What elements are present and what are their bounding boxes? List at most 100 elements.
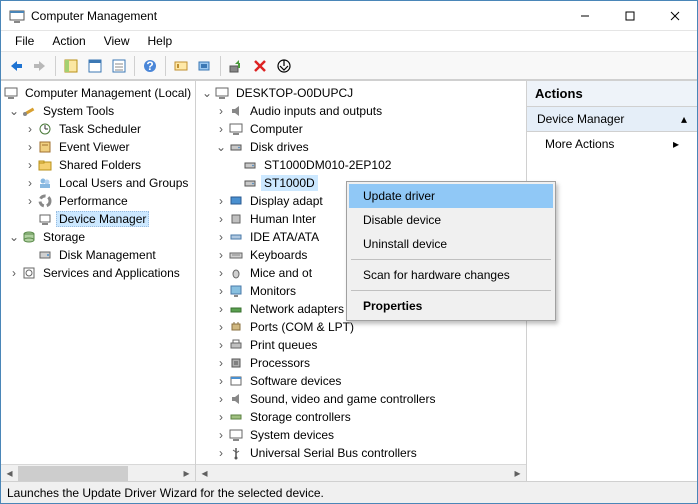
scroll-left-icon[interactable]: ◂ <box>196 465 213 482</box>
menu-file[interactable]: File <box>7 32 42 50</box>
collapse-icon[interactable]: ⌄ <box>214 141 228 153</box>
expand-icon[interactable]: › <box>214 429 228 441</box>
menu-update-driver[interactable]: Update driver <box>349 184 553 208</box>
scroll-right-icon[interactable]: ▸ <box>178 465 195 482</box>
menu-help[interactable]: Help <box>140 32 181 50</box>
menu-action[interactable]: Action <box>44 32 93 50</box>
properties-button[interactable] <box>84 55 106 77</box>
expand-icon[interactable]: › <box>214 303 228 315</box>
back-button[interactable] <box>5 55 27 77</box>
folder-icon <box>37 157 53 173</box>
actions-section[interactable]: Device Manager ▴ <box>527 107 697 132</box>
console-tree-pane: Computer Management (Local) ⌄ System Too… <box>1 81 196 481</box>
expand-icon[interactable]: › <box>214 447 228 459</box>
tree-system-tools[interactable]: ⌄ System Tools <box>1 102 195 120</box>
menu-separator <box>351 259 551 260</box>
expand-icon[interactable]: › <box>214 375 228 387</box>
menu-scan-hardware[interactable]: Scan for hardware changes <box>349 263 553 287</box>
pc-icon <box>228 121 244 137</box>
titlebar[interactable]: Computer Management <box>1 1 697 31</box>
expand-icon[interactable]: › <box>214 321 228 333</box>
close-button[interactable] <box>652 1 697 30</box>
expand-icon[interactable]: › <box>214 195 228 207</box>
expand-icon[interactable]: › <box>214 393 228 405</box>
expand-icon[interactable]: › <box>214 105 228 117</box>
expand-icon[interactable]: › <box>214 285 228 297</box>
device-software[interactable]: ›Software devices <box>196 372 526 390</box>
status-text: Launches the Update Driver Wizard for th… <box>7 486 324 500</box>
device-processors[interactable]: ›Processors <box>196 354 526 372</box>
actions-header: Actions <box>527 81 697 107</box>
device-print-queues[interactable]: ›Print queues <box>196 336 526 354</box>
tree-performance[interactable]: ›Performance <box>1 192 195 210</box>
device-audio[interactable]: ›Audio inputs and outputs <box>196 102 526 120</box>
menu-uninstall-device[interactable]: Uninstall device <box>349 232 553 256</box>
expand-icon[interactable]: › <box>23 159 37 171</box>
mid-scrollbar[interactable]: ◂ ▸ <box>196 464 526 481</box>
expand-icon[interactable]: › <box>23 177 37 189</box>
device-disk-drives[interactable]: ⌄Disk drives <box>196 138 526 156</box>
drive-icon <box>228 139 244 155</box>
expand-icon[interactable]: › <box>214 267 228 279</box>
uninstall-button[interactable] <box>249 55 271 77</box>
expand-icon[interactable]: › <box>23 195 37 207</box>
scroll-right-icon[interactable]: ▸ <box>509 465 526 482</box>
expand-icon[interactable]: › <box>214 357 228 369</box>
display-icon <box>228 193 244 209</box>
scroll-left-icon[interactable]: ◂ <box>1 465 18 482</box>
left-scrollbar[interactable]: ◂ ▸ <box>1 464 195 481</box>
disable-button[interactable] <box>273 55 295 77</box>
menu-disable-device[interactable]: Disable device <box>349 208 553 232</box>
device-root[interactable]: ⌄DESKTOP-O0DUPCJ <box>196 84 526 102</box>
software-icon <box>228 373 244 389</box>
expand-icon[interactable]: › <box>23 141 37 153</box>
collapse-icon[interactable]: ⌄ <box>7 105 21 117</box>
tree-root[interactable]: Computer Management (Local) <box>1 84 195 102</box>
scroll-thumb[interactable] <box>18 466 128 481</box>
expand-icon[interactable]: › <box>214 231 228 243</box>
device-storage-ctrl[interactable]: ›Storage controllers <box>196 408 526 426</box>
services-icon <box>21 265 37 281</box>
device-computer[interactable]: ›Computer <box>196 120 526 138</box>
collapse-icon[interactable]: ⌄ <box>7 231 21 243</box>
tree-shared-folders[interactable]: ›Shared Folders <box>1 156 195 174</box>
menu-properties[interactable]: Properties <box>349 294 553 318</box>
expand-icon[interactable]: › <box>23 123 37 135</box>
expand-icon[interactable]: › <box>7 267 21 279</box>
actions-more[interactable]: More Actions ▸ <box>527 132 697 156</box>
export-list-button[interactable] <box>108 55 130 77</box>
expand-icon[interactable]: › <box>214 249 228 261</box>
forward-button[interactable] <box>29 55 51 77</box>
expand-icon[interactable]: › <box>214 411 228 423</box>
tree-event-viewer[interactable]: ›Event Viewer <box>1 138 195 156</box>
menu-view[interactable]: View <box>96 32 138 50</box>
device-manager-icon <box>37 211 53 227</box>
expand-icon[interactable]: › <box>214 339 228 351</box>
expand-icon[interactable]: › <box>214 123 228 135</box>
maximize-button[interactable] <box>607 1 652 30</box>
device-disk-1[interactable]: ST1000DM010-2EP102 <box>196 156 526 174</box>
collapse-icon[interactable]: ▴ <box>681 112 687 126</box>
tree-local-users[interactable]: ›Local Users and Groups <box>1 174 195 192</box>
help-button[interactable]: ? <box>139 55 161 77</box>
expand-icon[interactable]: › <box>214 213 228 225</box>
statusbar: Launches the Update Driver Wizard for th… <box>1 481 697 503</box>
window-title: Computer Management <box>31 9 562 23</box>
tools-icon <box>21 103 37 119</box>
update-driver-button[interactable] <box>225 55 247 77</box>
scan-hardware-button[interactable] <box>194 55 216 77</box>
show-hide-tree-button[interactable] <box>60 55 82 77</box>
console-tree[interactable]: Computer Management (Local) ⌄ System Too… <box>1 81 195 464</box>
tree-disk-management[interactable]: Disk Management <box>1 246 195 264</box>
tree-device-manager[interactable]: Device Manager <box>1 210 195 228</box>
device-sound[interactable]: ›Sound, video and game controllers <box>196 390 526 408</box>
view-devices-button[interactable] <box>170 55 192 77</box>
network-icon <box>228 301 244 317</box>
tree-services[interactable]: ›Services and Applications <box>1 264 195 282</box>
tree-storage[interactable]: ⌄Storage <box>1 228 195 246</box>
tree-task-scheduler[interactable]: ›Task Scheduler <box>1 120 195 138</box>
collapse-icon[interactable]: ⌄ <box>200 87 214 99</box>
device-usb[interactable]: ›Universal Serial Bus controllers <box>196 444 526 462</box>
minimize-button[interactable] <box>562 1 607 30</box>
device-system[interactable]: ›System devices <box>196 426 526 444</box>
